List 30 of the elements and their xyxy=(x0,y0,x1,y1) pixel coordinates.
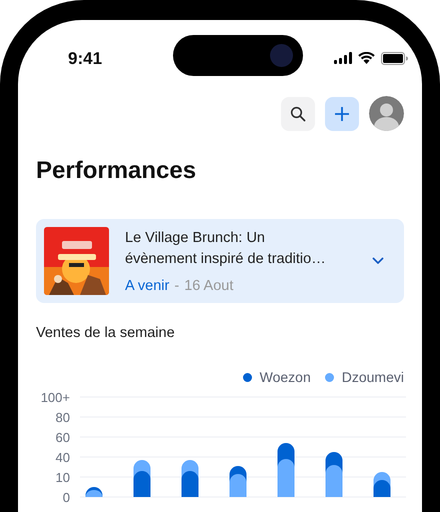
axis-label: 80 xyxy=(56,410,70,425)
chart-bar xyxy=(326,465,342,497)
axis-label: 0 xyxy=(62,490,70,503)
page-title: Performances xyxy=(36,157,198,185)
chart-bar xyxy=(230,474,246,497)
event-title: Le Village Brunch: Un évènement inspiré de traditio… xyxy=(125,229,327,269)
signal-icon xyxy=(334,52,352,64)
axis-label: 100+ xyxy=(40,390,70,405)
search-icon xyxy=(290,106,306,122)
battery-icon xyxy=(381,52,408,64)
add-button[interactable] xyxy=(325,96,359,130)
chart-bar xyxy=(134,471,150,497)
axis-label: 40 xyxy=(56,450,70,465)
section-title: Ventes de la semaine xyxy=(36,325,176,341)
axis-label: 10 xyxy=(56,470,70,485)
chart-bar xyxy=(278,459,294,497)
legend-label: Dzoumevi xyxy=(342,369,404,385)
chevron-icon[interactable] xyxy=(372,257,384,265)
search-button[interactable] xyxy=(281,96,315,130)
event-date: 16 Aout xyxy=(184,278,234,294)
clock: 9:41 xyxy=(68,48,102,69)
chart-bar xyxy=(182,471,198,497)
axis-label: 60 xyxy=(56,430,70,445)
event-status: A venir xyxy=(125,278,170,294)
avatar[interactable] xyxy=(369,96,404,131)
legend-label: Woezon xyxy=(260,369,311,385)
plus-icon xyxy=(335,106,349,120)
wifi-icon xyxy=(358,52,375,64)
event-card[interactable]: Le Village Brunch: Un évènement inspiré de traditio… A venir - 16 Aout xyxy=(36,219,404,303)
separator: - xyxy=(174,278,180,294)
